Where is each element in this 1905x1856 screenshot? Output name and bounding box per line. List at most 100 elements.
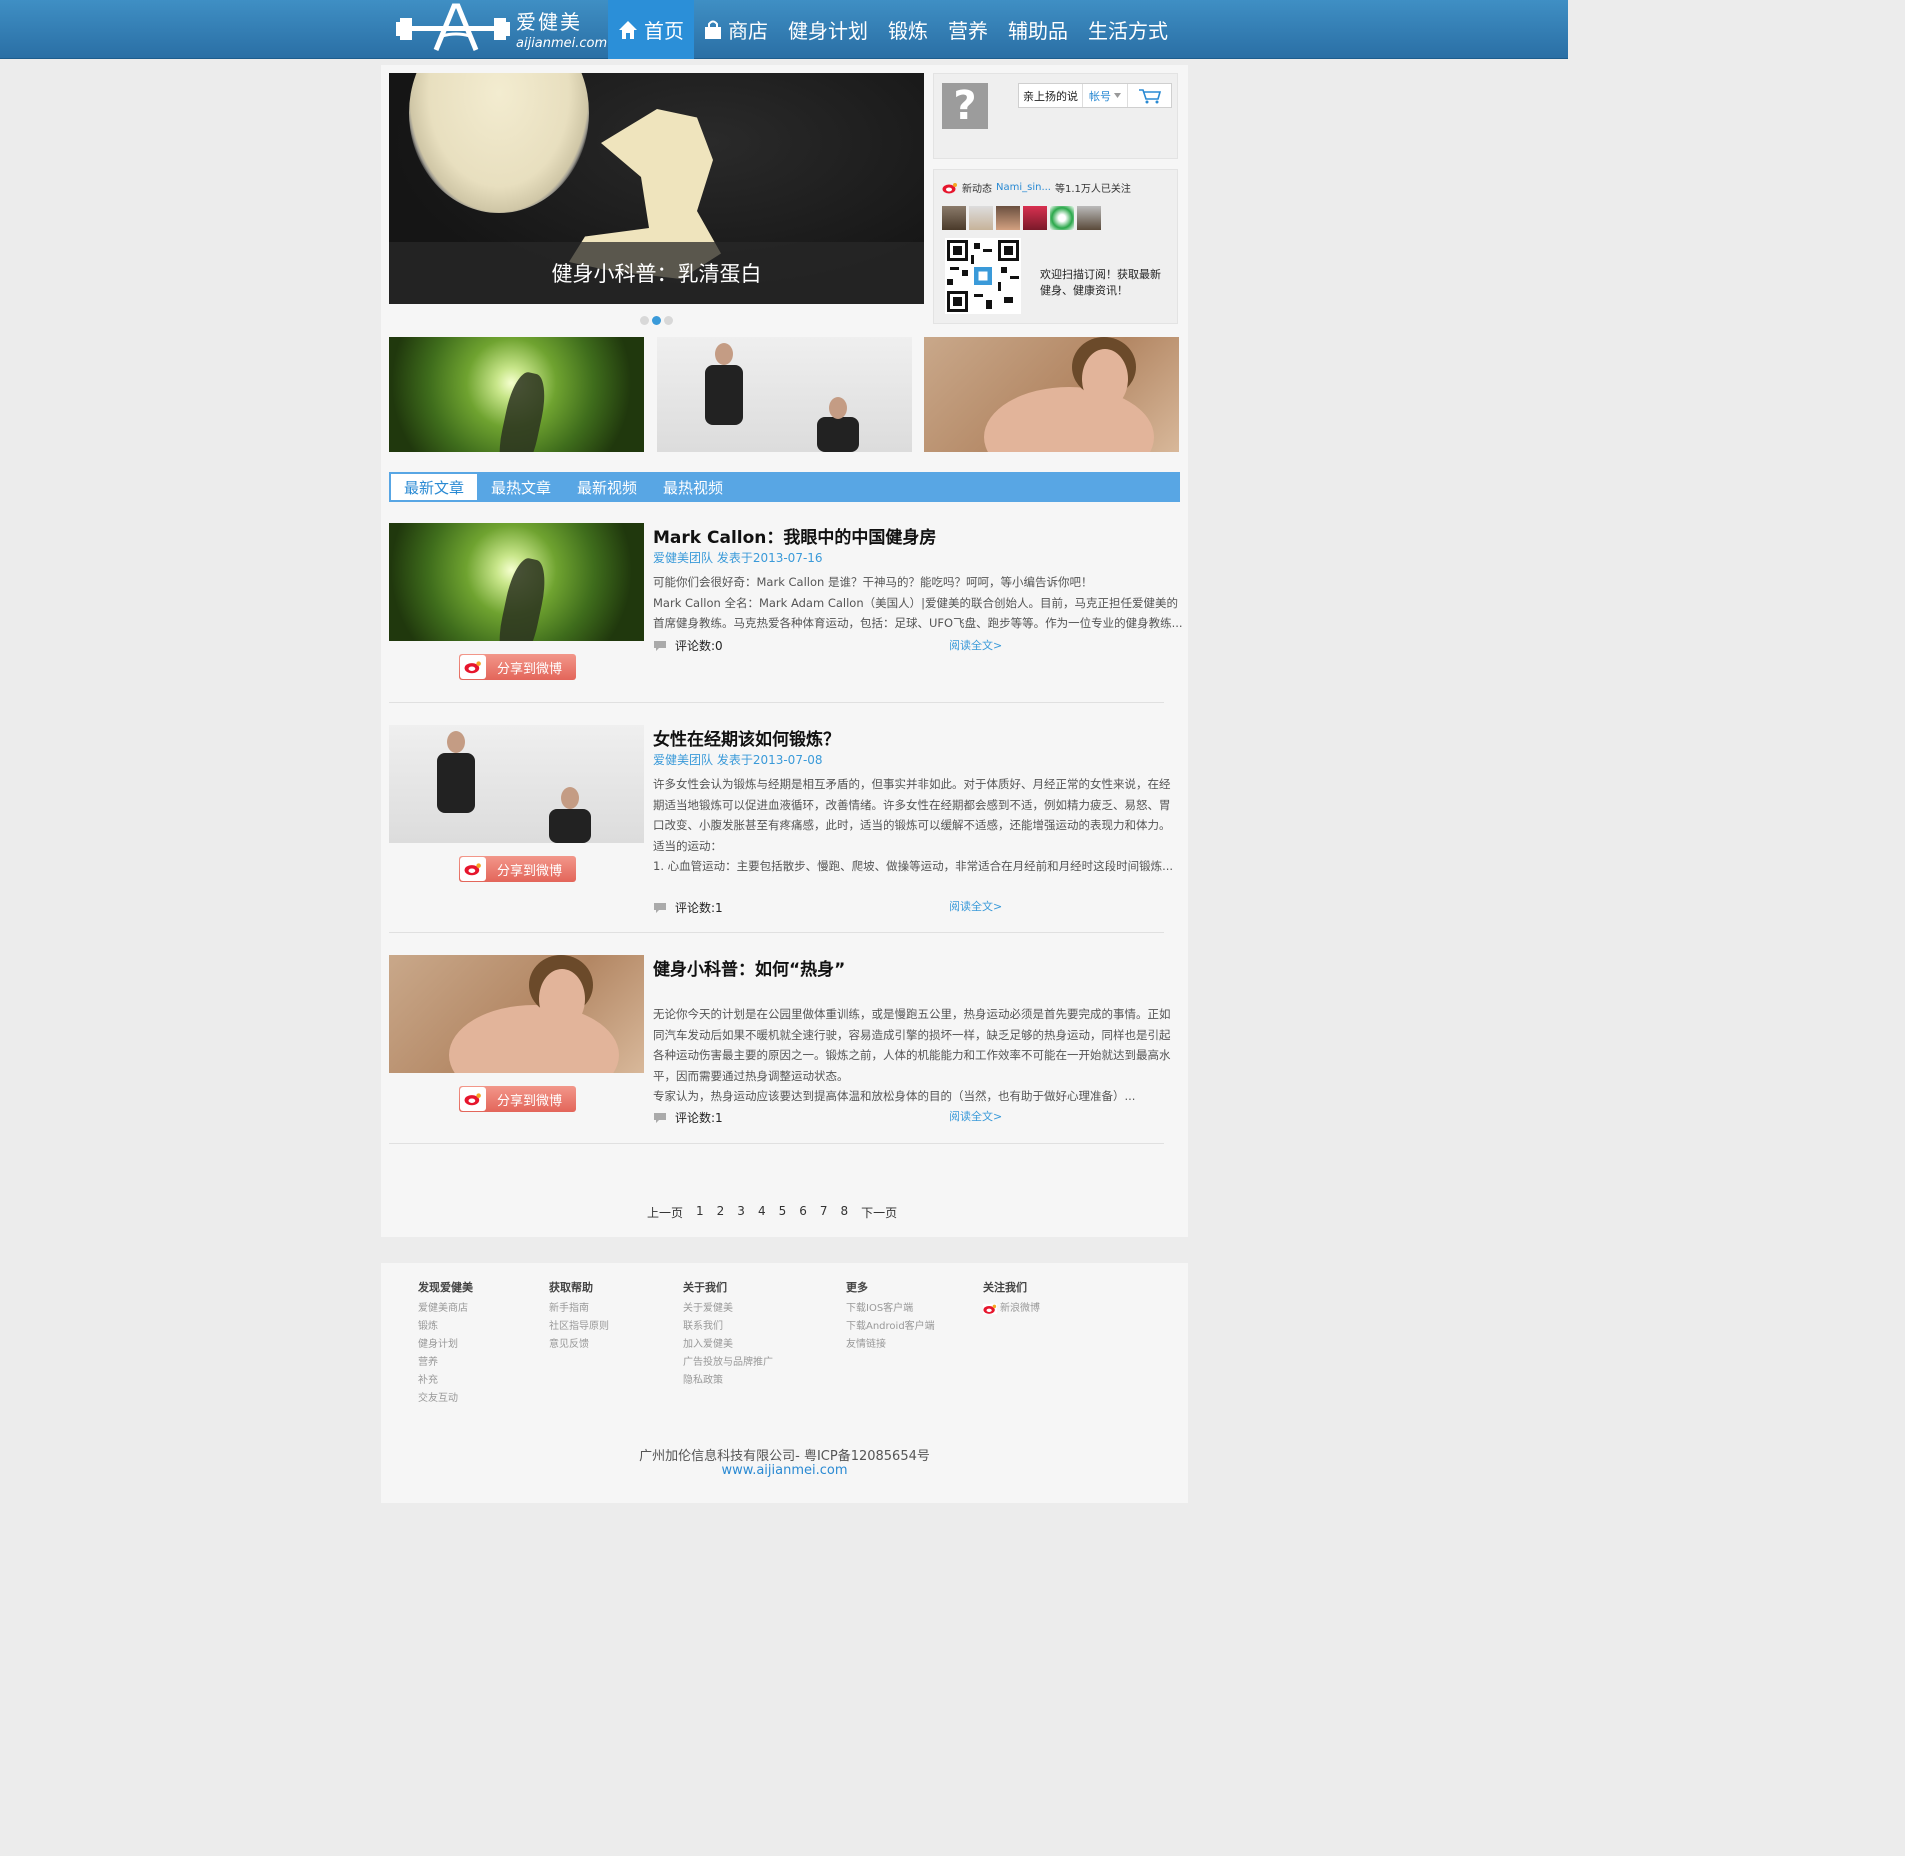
article-title[interactable]: 女性在经期该如何锻炼？: [653, 725, 840, 750]
article-image[interactable]: [389, 955, 644, 1073]
footer-link[interactable]: 爱健美商店: [418, 1300, 473, 1318]
follower-avatar[interactable]: [1050, 206, 1074, 230]
nav-supplements-label: 辅助品: [1008, 19, 1068, 43]
account-dropdown[interactable]: 帐号: [1083, 84, 1128, 107]
footer-link[interactable]: 补充: [418, 1372, 473, 1390]
footer-link[interactable]: 锻炼: [418, 1318, 473, 1336]
footer-link[interactable]: 广告投放与品牌推广: [683, 1354, 773, 1372]
tree-trunk-shape: [493, 368, 550, 452]
footer-link[interactable]: 关于爱健美: [683, 1300, 773, 1318]
page-link[interactable]: 2: [717, 1204, 725, 1221]
body-shape: [449, 1005, 619, 1073]
man-shape: [437, 753, 475, 813]
page-link[interactable]: 6: [799, 1204, 807, 1221]
share-label: 分享到微博: [497, 863, 563, 879]
comment-count-text: 评论数:0: [675, 639, 723, 653]
footer-col-title: 更多: [846, 1281, 868, 1294]
footer-link[interactable]: 联系我们: [683, 1318, 773, 1336]
slider-dots: [640, 316, 673, 325]
read-more-link[interactable]: 阅读全文>: [949, 637, 1002, 653]
excerpt-line: 口改变、小腹发胀甚至有疼痛感，此时，适当的锻炼可以缓解不适感，还能增强运动的表现…: [653, 818, 1171, 832]
feature-thumb-workout[interactable]: [657, 337, 912, 452]
banner-slider[interactable]: 健身小科普：乳清蛋白: [389, 73, 924, 304]
comment-count[interactable]: 评论数:1: [653, 1109, 723, 1126]
footer-link[interactable]: 社区指导原则: [549, 1318, 609, 1336]
footer-link[interactable]: 下载IOS客户端: [846, 1300, 935, 1318]
read-more-link[interactable]: 阅读全文>: [949, 1108, 1002, 1124]
article-title[interactable]: Mark Callon：我眼中的中国健身房: [653, 523, 936, 548]
nav-nutrition-label: 营养: [948, 19, 988, 43]
weibo-icon: [460, 857, 486, 881]
footer-weibo-link[interactable]: 新浪微博: [983, 1300, 1040, 1318]
footer-col-help: 获取帮助 新手指南 社区指导原则 意见反馈: [549, 1279, 609, 1354]
divider: [389, 702, 1164, 703]
footer-link[interactable]: 新手指南: [549, 1300, 609, 1318]
footer-link[interactable]: 营养: [418, 1354, 473, 1372]
footer-col-title: 发现爱健美: [418, 1281, 473, 1294]
article-meta[interactable]: 爱健美团队 发表于2013-07-08: [653, 751, 823, 768]
nav-shop[interactable]: 商店: [694, 0, 778, 59]
article-image[interactable]: [389, 725, 644, 843]
share-to-weibo-button[interactable]: 分享到微博: [459, 654, 576, 680]
username-link[interactable]: 亲上扬的说: [1019, 84, 1083, 107]
follower-avatar[interactable]: [969, 206, 993, 230]
tab-latest-articles[interactable]: 最新文章: [390, 473, 479, 501]
tab-hot-articles[interactable]: 最热文章: [478, 472, 564, 502]
nav-home[interactable]: 首页: [608, 0, 694, 59]
slider-dot[interactable]: [664, 316, 673, 325]
home-icon: [619, 20, 637, 39]
weibo-user-link[interactable]: Nami_sin...: [996, 182, 1051, 193]
tab-hot-videos[interactable]: 最热视频: [650, 472, 736, 502]
excerpt-line: 同汽车发动后如果不暖机就全速行驶，容易造成引擎的损坏一样，缺乏足够的热身运动，同…: [653, 1027, 1171, 1042]
page-link[interactable]: 8: [841, 1204, 849, 1221]
footer-link[interactable]: 加入爱健美: [683, 1336, 773, 1354]
default-avatar-icon[interactable]: ?: [942, 83, 988, 129]
read-more-link[interactable]: 阅读全文>: [949, 898, 1002, 914]
comment-count[interactable]: 评论数:1: [653, 899, 723, 916]
nav-fitness-plan[interactable]: 健身计划: [778, 0, 878, 59]
feature-thumb-trees[interactable]: [389, 337, 644, 452]
follower-avatar[interactable]: [1077, 206, 1101, 230]
footer-link[interactable]: 意见反馈: [549, 1336, 609, 1354]
footer-link[interactable]: 下载Android客户端: [846, 1318, 935, 1336]
page-link[interactable]: 3: [737, 1204, 745, 1221]
nav-workout[interactable]: 锻炼: [878, 0, 938, 59]
footer-link[interactable]: 隐私政策: [683, 1372, 773, 1390]
cart-button[interactable]: [1128, 88, 1171, 104]
pagination: 上一页 1 2 3 4 5 6 7 8 下一页: [647, 1204, 897, 1221]
site-logo[interactable]: 爱健美 aijianmei.com: [396, 2, 607, 56]
share-to-weibo-button[interactable]: 分享到微博: [459, 1086, 576, 1112]
follower-avatar[interactable]: [942, 206, 966, 230]
page-link[interactable]: 4: [758, 1204, 766, 1221]
tab-latest-videos[interactable]: 最新视频: [564, 472, 650, 502]
article-meta[interactable]: 爱健美团队 发表于2013-07-16: [653, 549, 823, 566]
footer-link[interactable]: 健身计划: [418, 1336, 473, 1354]
nav-supplements[interactable]: 辅助品: [998, 0, 1078, 59]
comment-icon: [654, 1112, 666, 1123]
slider-dot[interactable]: [640, 316, 649, 325]
page-link[interactable]: 1: [696, 1204, 704, 1221]
comment-count[interactable]: 评论数:0: [653, 637, 723, 654]
footer-link[interactable]: 友情链接: [846, 1336, 935, 1354]
follower-avatar[interactable]: [996, 206, 1020, 230]
feature-thumb-couch[interactable]: [924, 337, 1179, 452]
nav-fitness-plan-label: 健身计划: [788, 19, 868, 43]
logo-domain-text: aijianmei.com: [516, 36, 608, 51]
man-head-shape: [715, 343, 733, 365]
page-link[interactable]: 5: [779, 1204, 787, 1221]
prev-page-link[interactable]: 上一页: [647, 1204, 683, 1221]
tree-trunk-shape: [493, 555, 551, 641]
site-url-link[interactable]: www.aijianmei.com: [381, 1463, 1188, 1478]
next-page-link[interactable]: 下一页: [861, 1204, 897, 1221]
nav-lifestyle[interactable]: 生活方式: [1078, 0, 1178, 59]
article-title[interactable]: 健身小科普：如何“热身”: [653, 955, 845, 980]
article-image[interactable]: [389, 523, 644, 641]
slider-dot-active[interactable]: [652, 316, 661, 325]
follower-avatar[interactable]: [1023, 206, 1047, 230]
user-controls: 亲上扬的说 帐号: [1018, 83, 1172, 108]
footer-link[interactable]: 交友互动: [418, 1390, 473, 1408]
man-shape: [817, 417, 859, 452]
nav-nutrition[interactable]: 营养: [938, 0, 998, 59]
share-to-weibo-button[interactable]: 分享到微博: [459, 856, 576, 882]
page-link[interactable]: 7: [820, 1204, 828, 1221]
